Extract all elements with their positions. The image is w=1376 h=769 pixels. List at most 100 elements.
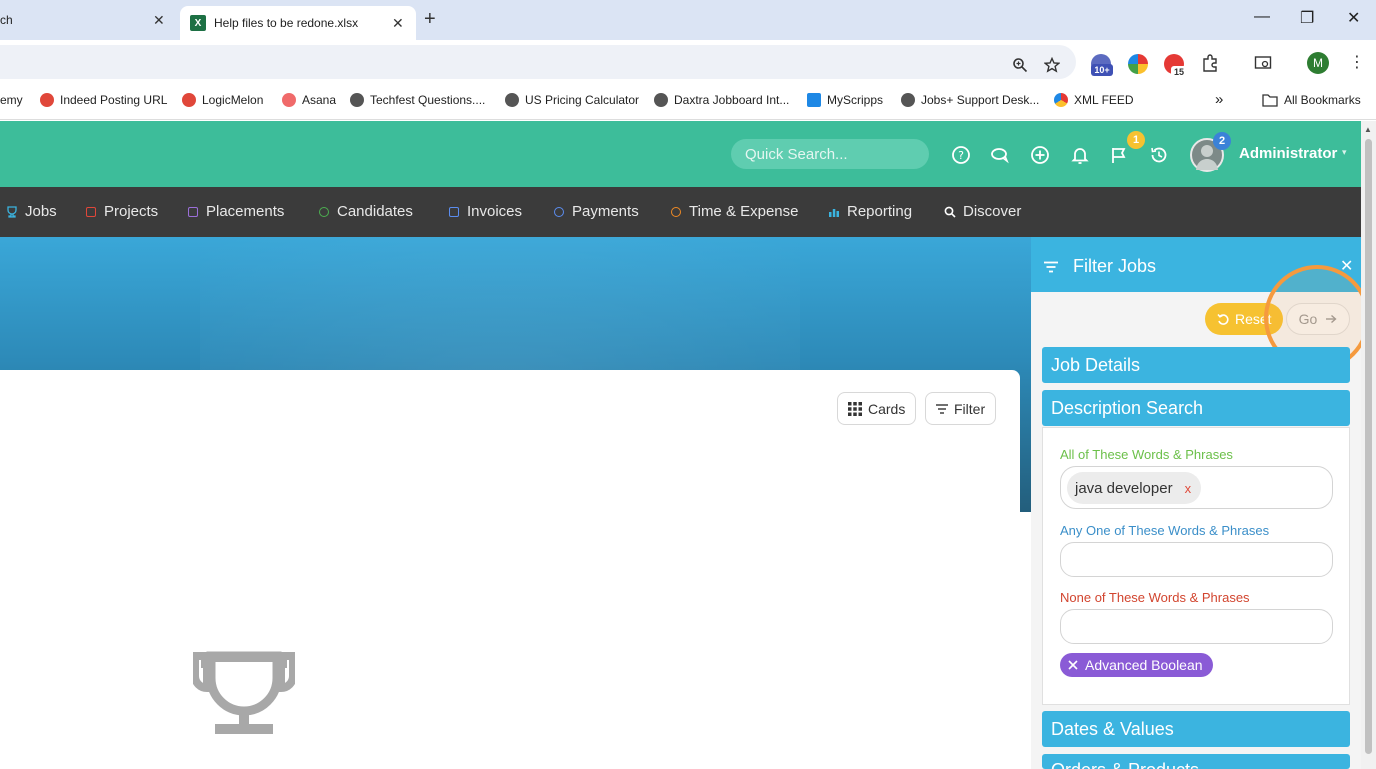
- scroll-up-icon[interactable]: ▲: [1364, 125, 1372, 134]
- browser-tab-strip: ch ✕ X Help files to be redone.xlsx ✕ + …: [0, 0, 1376, 40]
- bar-chart-icon: [829, 208, 839, 217]
- checkbox-icon: [86, 206, 96, 217]
- bookmark-item[interactable]: US Pricing Calculator: [505, 93, 639, 107]
- tab-search-icon[interactable]: [1254, 54, 1272, 72]
- bookmark-item[interactable]: XML FEED: [1054, 93, 1134, 107]
- all-words-input[interactable]: java developer x: [1060, 466, 1333, 509]
- trophy-icon: [193, 651, 295, 734]
- document-icon: [449, 206, 459, 217]
- section-job-details[interactable]: Job Details: [1042, 347, 1350, 383]
- all-bookmarks-button[interactable]: All Bookmarks: [1262, 93, 1361, 107]
- nav-item-discover[interactable]: Discover: [944, 203, 1021, 220]
- new-tab-button[interactable]: +: [424, 8, 436, 31]
- bookmark-item[interactable]: Indeed Posting URL: [40, 93, 167, 107]
- browser-menu-icon[interactable]: ⋮: [1349, 52, 1365, 72]
- bookmark-item[interactable]: emy: [0, 93, 23, 107]
- bookmark-item[interactable]: Techfest Questions....: [350, 93, 485, 107]
- user-name[interactable]: Administrator: [1239, 145, 1337, 162]
- asana-icon: [282, 93, 296, 107]
- caret-down-icon[interactable]: ▾: [1342, 147, 1347, 158]
- content-card: [0, 370, 1020, 769]
- bookmark-item[interactable]: Daxtra Jobboard Int...: [654, 93, 789, 107]
- none-words-input[interactable]: [1060, 609, 1333, 644]
- section-description-search[interactable]: Description Search: [1042, 390, 1350, 426]
- any-words-input[interactable]: [1060, 542, 1333, 577]
- maximize-button[interactable]: ❐: [1300, 8, 1314, 28]
- minimize-button[interactable]: —: [1254, 8, 1270, 26]
- bookmark-item[interactable]: LogicMelon: [182, 93, 263, 107]
- bookmark-favicon-icon: [182, 93, 196, 107]
- quick-search-input[interactable]: [731, 139, 929, 169]
- tab-close-icon[interactable]: ✕: [153, 12, 165, 29]
- help-icon[interactable]: ?: [951, 145, 971, 165]
- briefcase-icon: [188, 206, 198, 217]
- main-nav: Jobs Projects Placements Candidates Invo…: [0, 187, 1361, 237]
- globe-icon: [505, 93, 519, 107]
- filter-icon: [1044, 261, 1058, 273]
- grid-icon: [848, 401, 862, 416]
- nav-item-jobs[interactable]: Jobs: [6, 203, 57, 220]
- globe-icon: [901, 93, 915, 107]
- history-icon[interactable]: [1149, 145, 1169, 165]
- bookmark-item[interactable]: Jobs+ Support Desk...: [901, 93, 1039, 107]
- extension-badge: 15: [1171, 66, 1187, 78]
- section-dates-values[interactable]: Dates & Values: [1042, 711, 1350, 747]
- tab-title: Help files to be redone.xlsx: [214, 16, 359, 30]
- remove-chip-icon[interactable]: x: [1185, 481, 1192, 496]
- scrollbar-thumb[interactable]: [1365, 139, 1372, 754]
- undo-icon: [1217, 314, 1229, 325]
- nav-item-time-expense[interactable]: Time & Expense: [671, 203, 799, 220]
- extensions-puzzle-icon[interactable]: [1201, 54, 1219, 72]
- filter-panel-title: Filter Jobs: [1073, 256, 1157, 276]
- arrow-right-icon: [1326, 314, 1337, 324]
- flag-count-badge: 1: [1127, 131, 1145, 149]
- add-icon[interactable]: [1030, 145, 1050, 165]
- nav-item-reporting[interactable]: Reporting: [828, 203, 912, 220]
- profile-avatar[interactable]: M: [1307, 52, 1329, 74]
- browser-tab[interactable]: ch ✕: [0, 0, 176, 40]
- browser-tab-active[interactable]: X Help files to be redone.xlsx ✕: [180, 6, 416, 40]
- filter-jobs-panel: Filter Jobs ✕ Reset Go Job Details Descr…: [1031, 237, 1370, 769]
- coin-icon: [554, 206, 564, 217]
- reset-button[interactable]: Reset: [1205, 303, 1283, 335]
- xml-feed-icon: [1054, 93, 1068, 107]
- filter-button[interactable]: Filter: [925, 392, 997, 425]
- people-icon: [319, 206, 329, 217]
- advanced-boolean-button[interactable]: Advanced Boolean: [1060, 653, 1213, 677]
- nav-item-projects[interactable]: Projects: [86, 203, 158, 220]
- nav-item-placements[interactable]: Placements: [188, 203, 284, 220]
- description-search-body: All of These Words & Phrases java develo…: [1042, 427, 1350, 705]
- zoom-icon[interactable]: [1012, 57, 1028, 73]
- clock-icon: [671, 206, 681, 217]
- go-button[interactable]: Go: [1286, 303, 1350, 335]
- nav-item-invoices[interactable]: Invoices: [449, 203, 522, 220]
- close-icon[interactable]: ✕: [1340, 256, 1353, 276]
- trophy-icon: [7, 205, 17, 218]
- section-orders-products[interactable]: Orders & Products: [1042, 754, 1350, 769]
- any-words-label: Any One of These Words & Phrases: [1060, 523, 1270, 538]
- all-words-label: All of These Words & Phrases: [1060, 447, 1233, 462]
- nav-item-candidates[interactable]: Candidates: [319, 203, 413, 220]
- bell-icon[interactable]: [1070, 145, 1090, 165]
- folder-icon: [1262, 94, 1278, 107]
- bookmark-item[interactable]: MyScripps: [807, 93, 883, 107]
- color-extension-icon[interactable]: [1128, 54, 1148, 74]
- extension-badge: 10+: [1091, 64, 1113, 76]
- window-close-button[interactable]: ✕: [1347, 8, 1360, 28]
- flag-icon[interactable]: [1109, 145, 1129, 165]
- filter-icon: [936, 403, 948, 414]
- nav-item-payments[interactable]: Payments: [554, 203, 639, 220]
- cards-view-button[interactable]: Cards: [837, 392, 917, 425]
- chat-icon[interactable]: [990, 145, 1010, 165]
- bookmarks-overflow-button[interactable]: »: [1215, 91, 1223, 108]
- bookmark-favicon-icon: [40, 93, 54, 107]
- globe-icon: [654, 93, 668, 107]
- globe-icon: [350, 93, 364, 107]
- address-bar-row: 10+ 15 M ⋮: [0, 40, 1376, 84]
- bookmark-item[interactable]: Asana: [282, 93, 336, 107]
- keyword-chip: java developer x: [1067, 472, 1202, 504]
- address-bar[interactable]: [0, 45, 1076, 79]
- tab-close-icon[interactable]: ✕: [392, 15, 404, 32]
- bookmark-star-icon[interactable]: [1044, 57, 1060, 73]
- page-scrollbar[interactable]: ▲: [1361, 121, 1376, 769]
